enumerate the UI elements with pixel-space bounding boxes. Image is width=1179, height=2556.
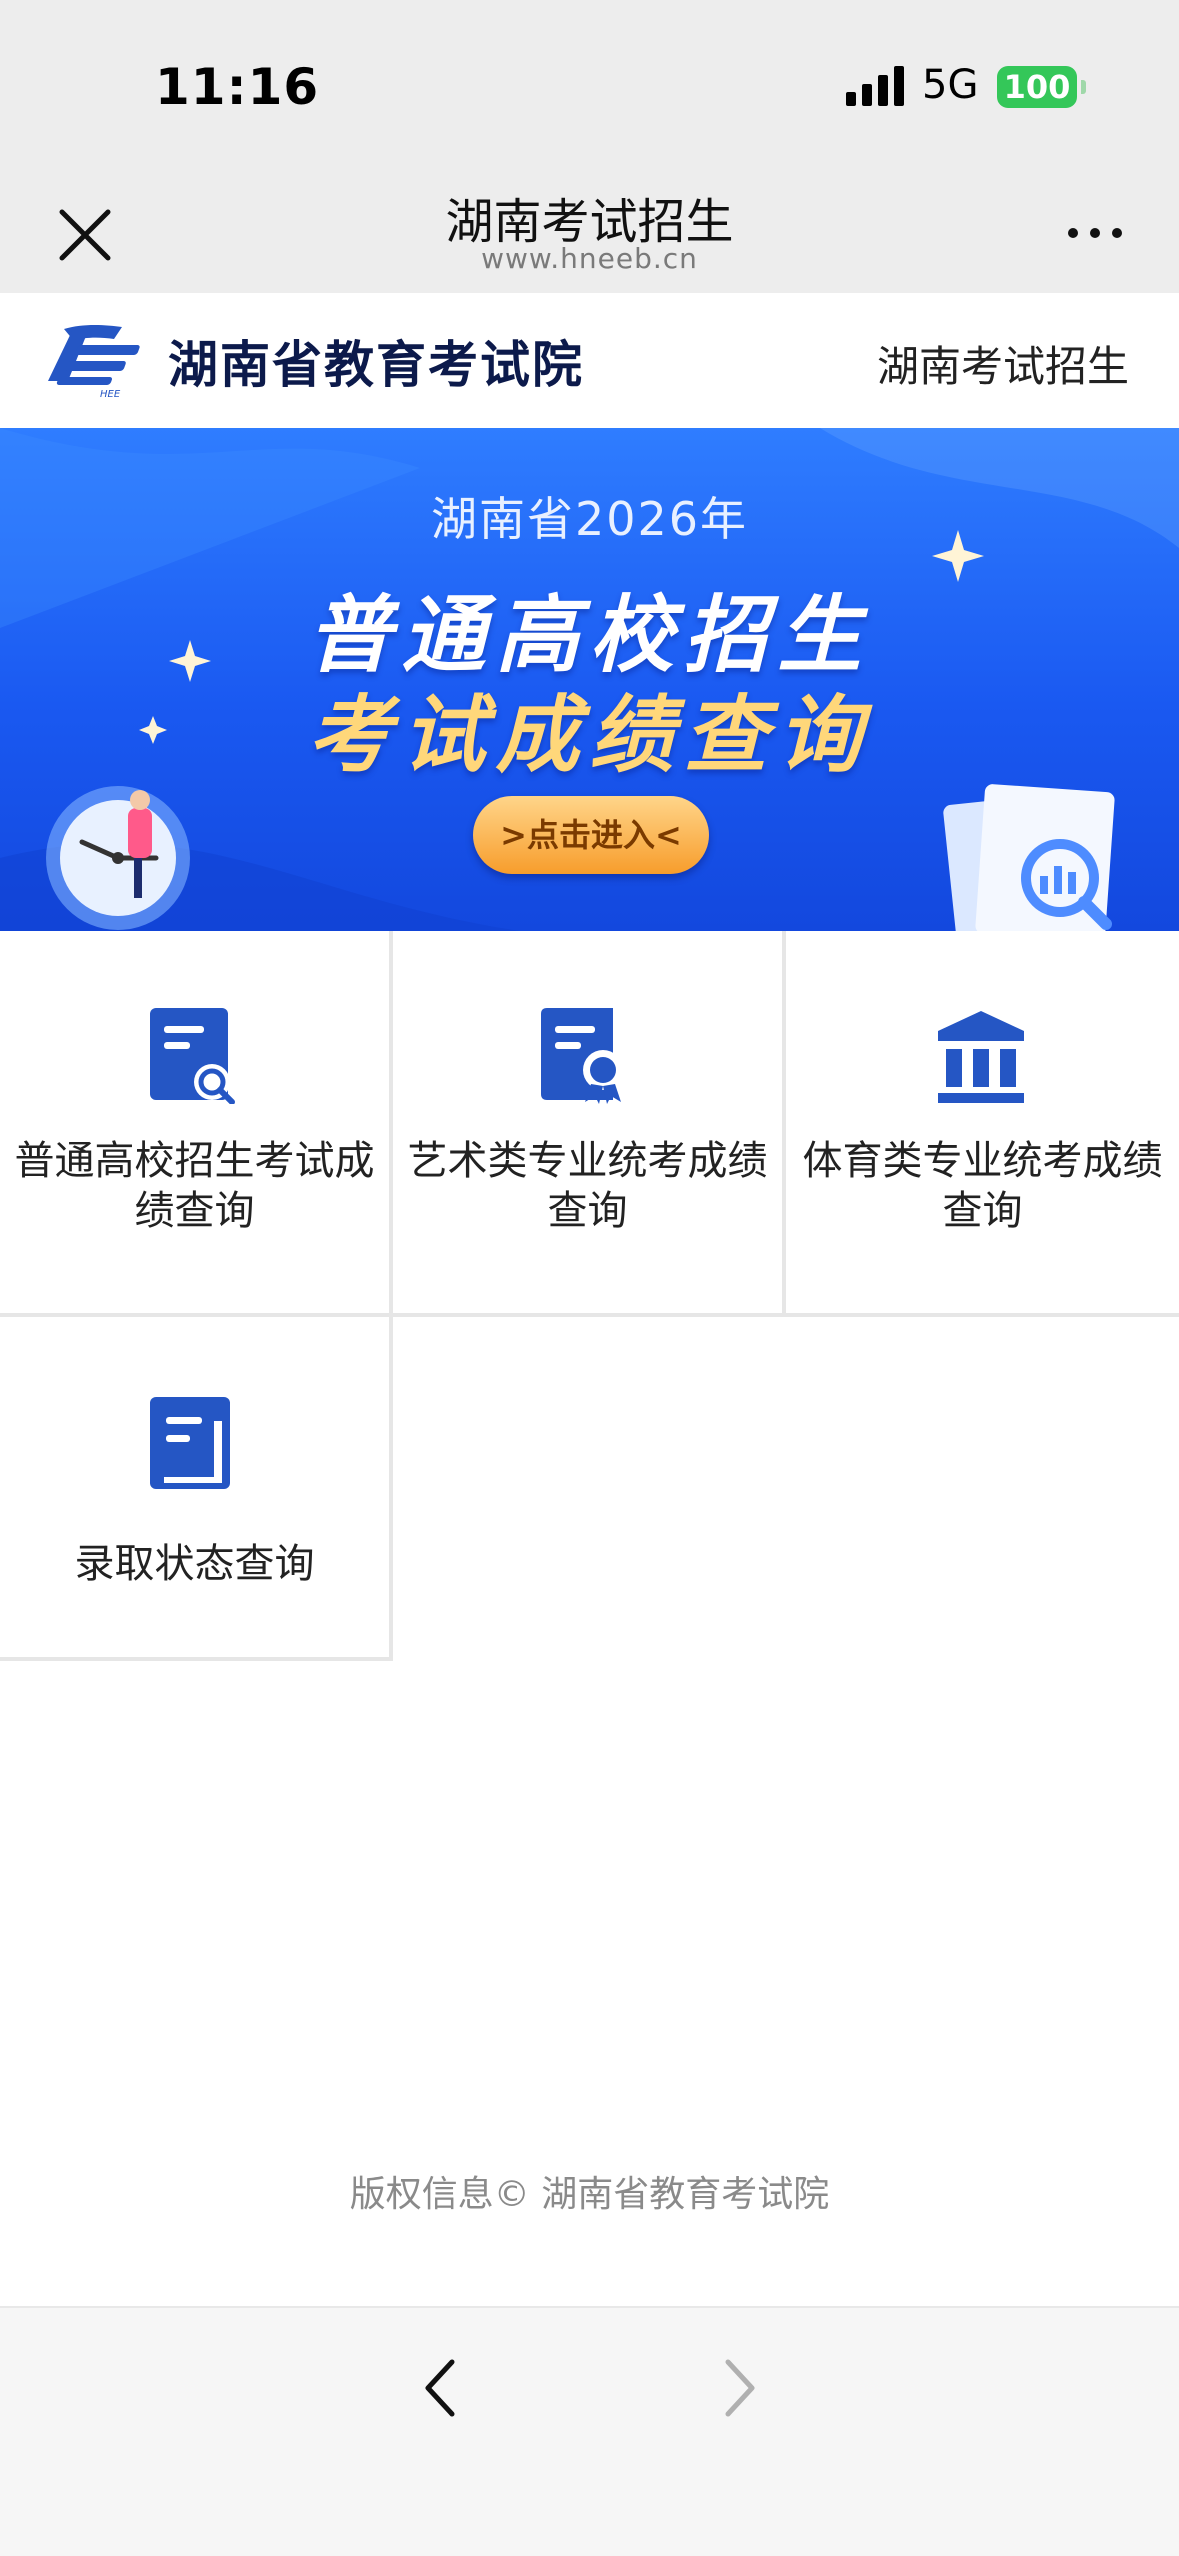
copyright-footer: 版权信息© 湖南省教育考试院 — [349, 2174, 830, 2215]
book-icon — [150, 1397, 230, 1489]
service-label: 体育类专业统考成绩查询 — [802, 1138, 1163, 1234]
signal-icon — [846, 66, 904, 106]
site-header-link[interactable]: 湖南考试招生 — [877, 333, 1129, 394]
forward-icon[interactable] — [710, 2348, 770, 2428]
score-query-banner[interactable]: 湖南省2026年 普通高校招生 考试成绩查询 >点击进入< — [0, 428, 1179, 931]
network-type: 5G — [922, 62, 979, 108]
site-header: HEE 湖南省教育考试院 湖南考试招生 — [0, 293, 1179, 428]
service-admission-status[interactable]: 录取状态查询 — [0, 1317, 393, 1661]
service-label: 普通高校招生考试成绩查询 — [14, 1138, 375, 1234]
service-art-score[interactable]: 艺术类专业统考成绩查询 — [393, 931, 786, 1317]
status-time: 11:16 — [155, 58, 320, 116]
battery-icon: 100 — [997, 66, 1086, 108]
status-bar: 11:16 5G 100 — [0, 0, 1179, 170]
service-label: 艺术类专业统考成绩查询 — [407, 1138, 768, 1234]
browser-bottom-bar — [0, 2306, 1179, 2556]
browser-nav-bar: 湖南考试招生 www.hneeb.cn — [0, 170, 1179, 293]
site-name: 湖南省教育考试院 — [168, 336, 584, 394]
back-icon[interactable] — [410, 2348, 470, 2428]
service-grid: 普通高校招生考试成绩查询 艺术类专业统考成绩查询 体育类专业统考成绩查询 录取状… — [0, 931, 1179, 1661]
banner-title-line2: 考试成绩查询 — [307, 686, 872, 784]
certificate-icon — [541, 1008, 623, 1104]
hneea-logo-icon[interactable]: HEE — [44, 319, 156, 399]
document-search-icon — [150, 1008, 235, 1104]
banner-subtitle: 湖南省2026年 — [430, 492, 749, 546]
service-sports-score[interactable]: 体育类专业统考成绩查询 — [786, 931, 1179, 1317]
page-url: www.hneeb.cn — [481, 242, 698, 275]
enter-button[interactable]: >点击进入< — [473, 796, 709, 874]
service-college-score[interactable]: 普通高校招生考试成绩查询 — [0, 931, 393, 1317]
more-options-icon[interactable] — [1060, 208, 1130, 258]
svg-text:HEE: HEE — [100, 389, 121, 399]
institution-icon — [938, 1011, 1024, 1103]
service-label: 录取状态查询 — [74, 1541, 315, 1587]
